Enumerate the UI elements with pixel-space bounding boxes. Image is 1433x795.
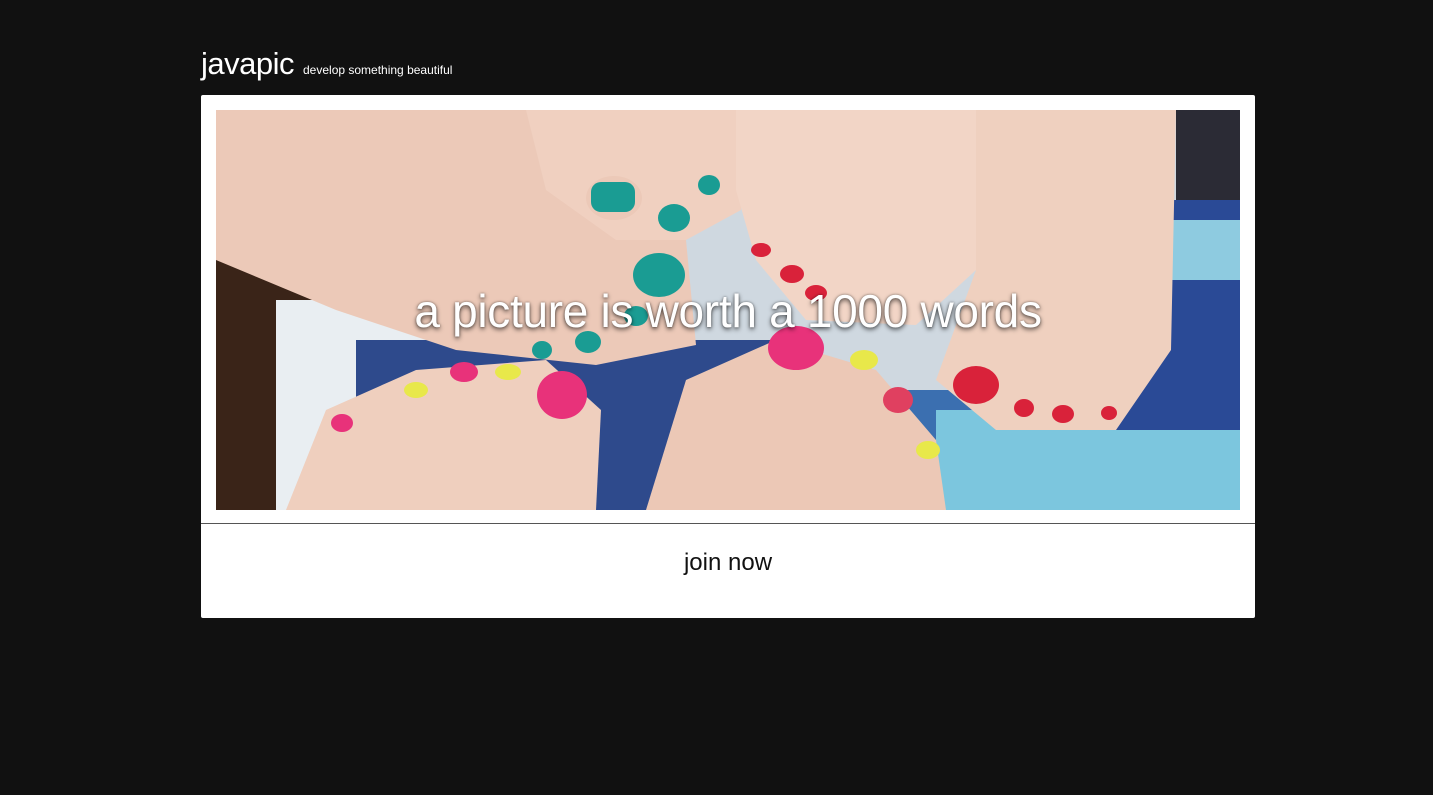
- join-now-button[interactable]: join now: [201, 549, 1255, 577]
- hero-caption: a picture is worth a 1000 words: [414, 285, 1042, 337]
- card-divider: [201, 523, 1255, 524]
- hero-card: a picture is worth a 1000 words join now: [201, 95, 1255, 618]
- page: javapic develop something beautiful a pi…: [0, 0, 1433, 795]
- site-logo[interactable]: javapic: [201, 48, 295, 79]
- site-header: javapic develop something beautiful: [201, 48, 452, 79]
- hero-image: a picture is worth a 1000 words: [216, 110, 1240, 510]
- site-tagline: develop something beautiful: [303, 63, 453, 77]
